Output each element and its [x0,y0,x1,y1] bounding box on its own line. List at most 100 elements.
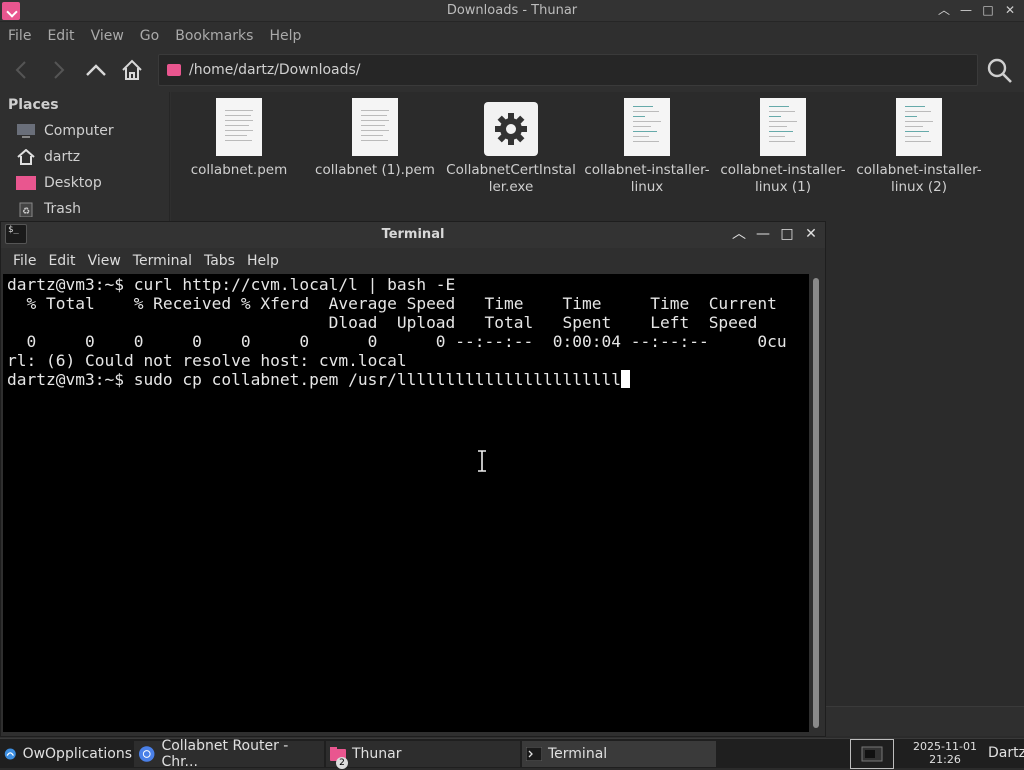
menu-edit[interactable]: Edit [39,24,82,48]
menu-go[interactable]: Go [132,24,167,48]
close-button[interactable]: ✕ [1002,2,1018,18]
terminal-window: $_ Terminal ︿ — □ ✕ File Edit View Termi… [0,221,826,737]
menu-terminal[interactable]: Terminal [127,250,198,272]
menu-file[interactable]: File [0,24,39,48]
location-path: /home/dartz/Downloads/ [189,62,361,78]
close-button[interactable]: ✕ [803,226,819,242]
terminal-prompt-line: dartz@vm3:~$ sudo cp collabnet.pem /usr/… [7,370,621,389]
chevron-up-icon[interactable]: ︿ [731,226,747,242]
sidebar-item-desktop[interactable]: Desktop [16,173,102,193]
window-title: Downloads - Thunar [446,3,578,18]
terminal-line: dartz@vm3:~$ curl http://cvm.local/l | b… [7,275,456,294]
file-view-empty-area[interactable] [826,222,1024,738]
gear-icon [484,102,538,156]
file-name: collabnet.pem [190,162,288,178]
home-icon [17,149,35,165]
trash-icon: ♻ [19,202,33,217]
sidebar-item-label: dartz [44,149,81,165]
file-name: CollabnetCertInstal ler.exe [446,162,576,195]
ibeam-cursor-icon [478,450,486,472]
search-button[interactable] [986,57,1014,85]
file-item[interactable]: collabnet-installer-linux (1) [715,96,851,196]
home-button[interactable] [118,56,146,84]
file-name: collabnet-installer-linux [584,162,710,195]
clock[interactable]: 2025-11-01 21:26 [908,740,982,766]
thunar-titlebar[interactable]: Downloads - Thunar ︿ — □ ✕ [0,0,1024,22]
terminal-line: rl: (6) Could not resolve host: cvm.loca… [7,351,407,370]
script-file-icon [760,98,806,156]
workspace-thumbnail-icon [861,746,883,762]
menu-file[interactable]: File [1,250,42,272]
chevron-left-icon [15,61,26,79]
chevron-up-icon[interactable]: ︿ [936,2,952,18]
sidebar-item-computer[interactable]: Computer [16,121,114,141]
location-bar[interactable]: /home/dartz/Downloads/ [158,54,978,86]
sidebar-item-trash[interactable]: ♻ Trash [16,199,81,219]
forward-button[interactable] [44,56,72,84]
home-icon [122,59,142,80]
menu-edit[interactable]: Edit [42,250,81,272]
script-file-icon [624,98,670,156]
parent-folder-button[interactable] [82,56,110,84]
terminal-output: dartz@vm3:~$ curl http://cvm.local/l | b… [7,275,787,389]
user-menu[interactable]: Dartz [988,745,1024,761]
file-name: collabnet-installer-linux (2) [856,162,982,195]
file-item[interactable]: collabnet.pem [171,96,307,179]
sidebar-item-label: Computer [44,123,114,139]
text-file-icon [352,98,398,156]
task-label: Thunar [352,746,402,762]
file-name: collabnet-installer-linux (1) [720,162,846,195]
terminal-line: 0 0 0 0 0 0 0 0 --:--:-- 0:00:04 --:--:-… [7,332,787,351]
task-chrome[interactable]: Collabnet Router - Chr... [134,738,324,770]
terminal-line: Dload Upload Total Spent Left Speed [7,313,758,332]
task-thunar[interactable]: 2 Thunar [326,741,520,769]
menu-help[interactable]: Help [241,250,285,272]
places-sidebar: Places Computer dartz Desktop ♻ Trash [0,92,170,222]
terminal-icon [526,747,542,761]
applications-menu-button[interactable]: OwOpplications [0,741,132,767]
computer-icon [17,124,35,138]
applications-label: OwOpplications [22,746,132,762]
menu-bookmarks[interactable]: Bookmarks [167,24,261,48]
sidebar-item-label: Desktop [44,175,102,191]
svg-text:♻: ♻ [22,207,30,217]
terminal-scrollbar[interactable] [811,274,823,732]
file-name: collabnet (1).pem [315,162,435,178]
task-label: Collabnet Router - Chr... [161,738,289,770]
task-terminal[interactable]: Terminal [522,741,716,767]
menu-help[interactable]: Help [261,24,309,48]
text-cursor [620,370,630,388]
terminal-screen[interactable]: dartz@vm3:~$ curl http://cvm.local/l | b… [3,274,809,732]
terminal-menubar: File Edit View Terminal Tabs Help [1,250,285,272]
thunar-toolbar: /home/dartz/Downloads/ [0,50,1024,90]
file-item[interactable]: collabnet-installer-linux (2) [851,96,987,196]
menu-tabs[interactable]: Tabs [198,250,241,272]
scrollbar-thumb[interactable] [813,278,819,728]
task-label: Terminal [548,746,608,762]
file-item[interactable]: CollabnetCertInstal ler.exe [443,96,579,196]
terminal-title: Terminal [381,227,445,242]
file-view: collabnet.pem collabnet (1).pem Collabne… [171,92,1024,222]
terminal-line: % Total % Received % Xferd Average Speed… [7,294,777,313]
workspace-switcher[interactable] [850,739,894,769]
sidebar-item-dartz[interactable]: dartz [16,147,80,167]
clock-time: 21:26 [929,753,961,766]
chevron-right-icon [54,61,65,79]
terminal-titlebar[interactable]: $_ Terminal ︿ — □ ✕ [1,222,825,248]
chrome-icon [138,746,155,762]
folder-icon [167,64,181,76]
menu-view[interactable]: View [82,250,127,272]
minimize-button[interactable]: — [958,2,974,18]
app-menu-icon [4,748,16,760]
file-item[interactable]: collabnet (1).pem [307,96,443,179]
maximize-button[interactable]: □ [779,226,795,242]
minimize-button[interactable]: — [755,226,771,242]
file-item[interactable]: collabnet-installer-linux [579,96,715,196]
text-file-icon [216,98,262,156]
back-button[interactable] [8,56,36,84]
chevron-up-icon [86,64,106,76]
menu-view[interactable]: View [83,24,132,48]
maximize-button[interactable]: □ [980,2,996,18]
script-file-icon [896,98,942,156]
clock-date: 2025-11-01 [913,740,977,753]
